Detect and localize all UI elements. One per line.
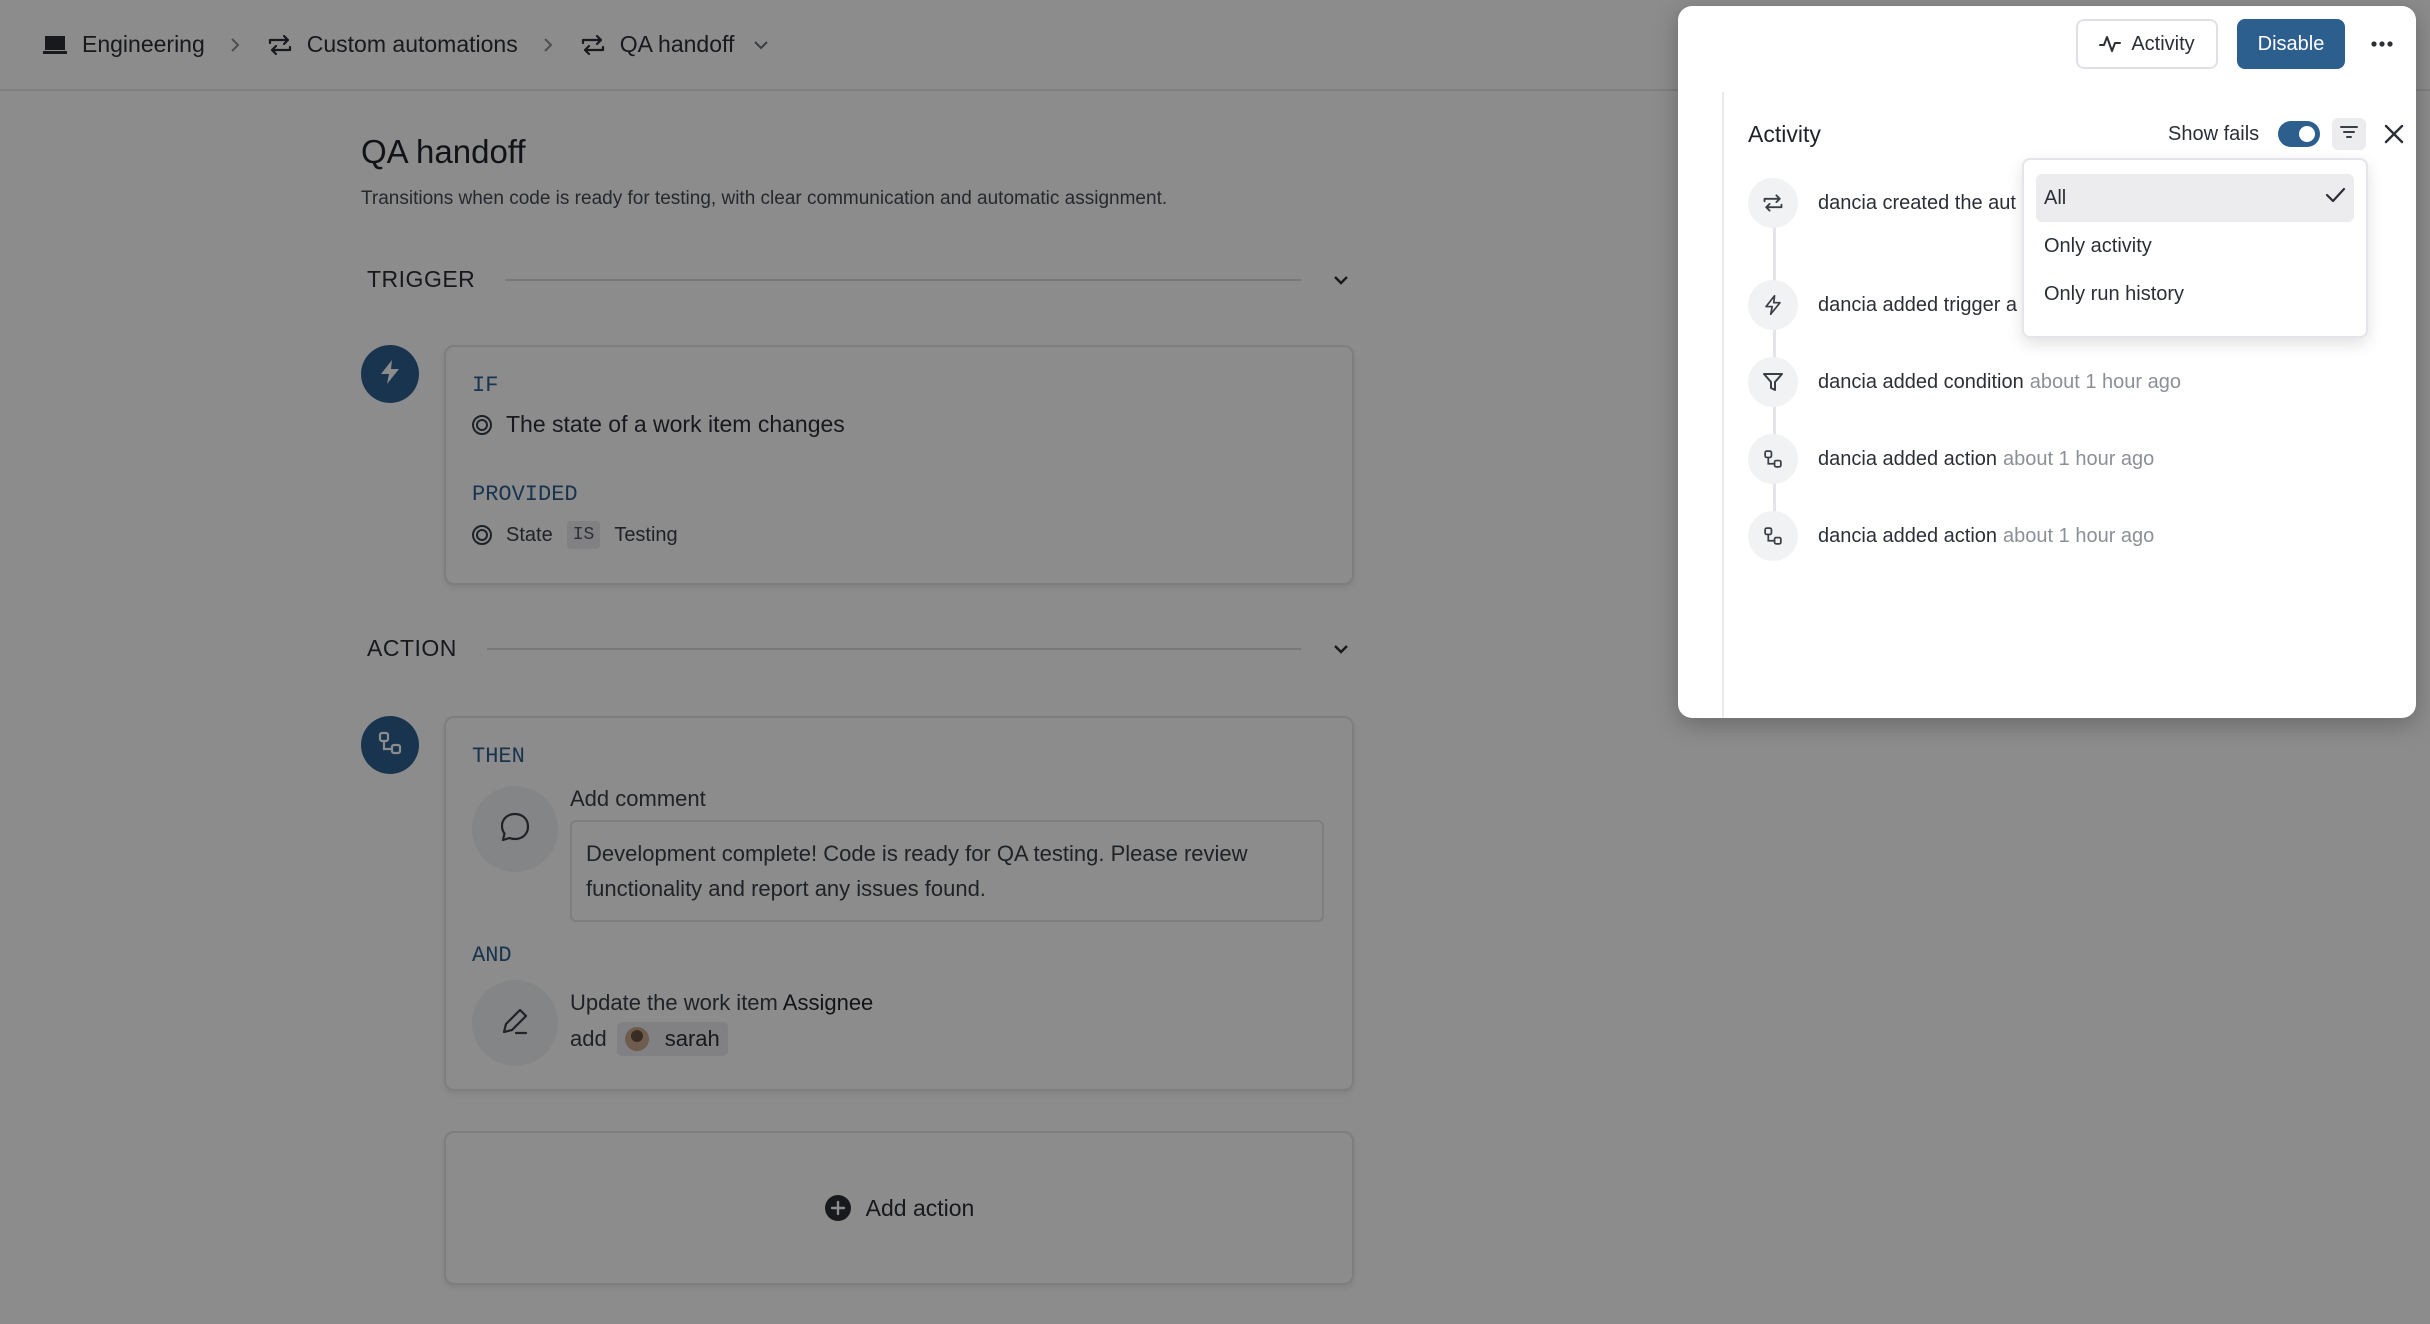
toggle-knob <box>2299 126 2315 142</box>
check-icon <box>2324 186 2346 210</box>
show-fails-toggle[interactable] <box>2278 121 2320 147</box>
activity-item: dancia added action about 1 hour ago <box>1748 434 2154 484</box>
close-icon[interactable] <box>2380 120 2408 148</box>
activity-item-time: about 1 hour ago <box>2003 524 2155 547</box>
filter-option-label: Only run history <box>2044 282 2185 305</box>
repeat-icon <box>1748 178 1798 228</box>
show-fails-label: Show fails <box>2168 123 2260 145</box>
activity-button-label: Activity <box>2131 32 2195 55</box>
filter-option-only-activity[interactable]: Only activity <box>2036 222 2354 270</box>
activity-panel: Activity Disable Activity Show fails dan… <box>1678 6 2416 718</box>
lightning-icon <box>1748 280 1798 330</box>
activity-item-text: dancia added trigger a <box>1818 293 2018 316</box>
filter-option-only-run-history[interactable]: Only run history <box>2036 270 2354 318</box>
more-options-icon[interactable] <box>2366 28 2398 60</box>
filter-menu-button[interactable] <box>2332 118 2366 150</box>
activity-item-text: dancia added action <box>1818 524 1998 547</box>
activity-item-text: dancia added action <box>1818 447 1998 470</box>
activity-filter-menu: All Only activity Only run history <box>2022 158 2368 338</box>
filter-option-label: Only activity <box>2044 234 2152 257</box>
activity-button[interactable]: Activity <box>2076 19 2218 69</box>
activity-pulse-icon <box>2099 34 2122 54</box>
activity-item: dancia added condition about 1 hour ago <box>1748 357 2181 407</box>
activity-item: dancia added action about 1 hour ago <box>1748 511 2154 561</box>
filter-lines-icon <box>2339 124 2359 145</box>
disable-button[interactable]: Disable <box>2237 19 2345 69</box>
activity-item-text: dancia created the aut <box>1818 191 2016 214</box>
workflow-icon <box>1748 434 1798 484</box>
activity-item: dancia added trigger a <box>1748 280 2017 330</box>
filter-option-label: All <box>2044 186 2067 209</box>
workflow-icon <box>1748 511 1798 561</box>
filter-icon <box>1748 357 1798 407</box>
filter-option-all[interactable]: All <box>2036 174 2354 222</box>
activity-item-text: dancia added condition <box>1818 370 2024 393</box>
activity-item-time: about 1 hour ago <box>2003 447 2155 470</box>
panel-divider <box>1722 92 1724 718</box>
activity-item: dancia created the aut <box>1748 178 2016 228</box>
activity-title: Activity <box>1748 121 1821 147</box>
activity-item-time: about 1 hour ago <box>2029 370 2181 393</box>
